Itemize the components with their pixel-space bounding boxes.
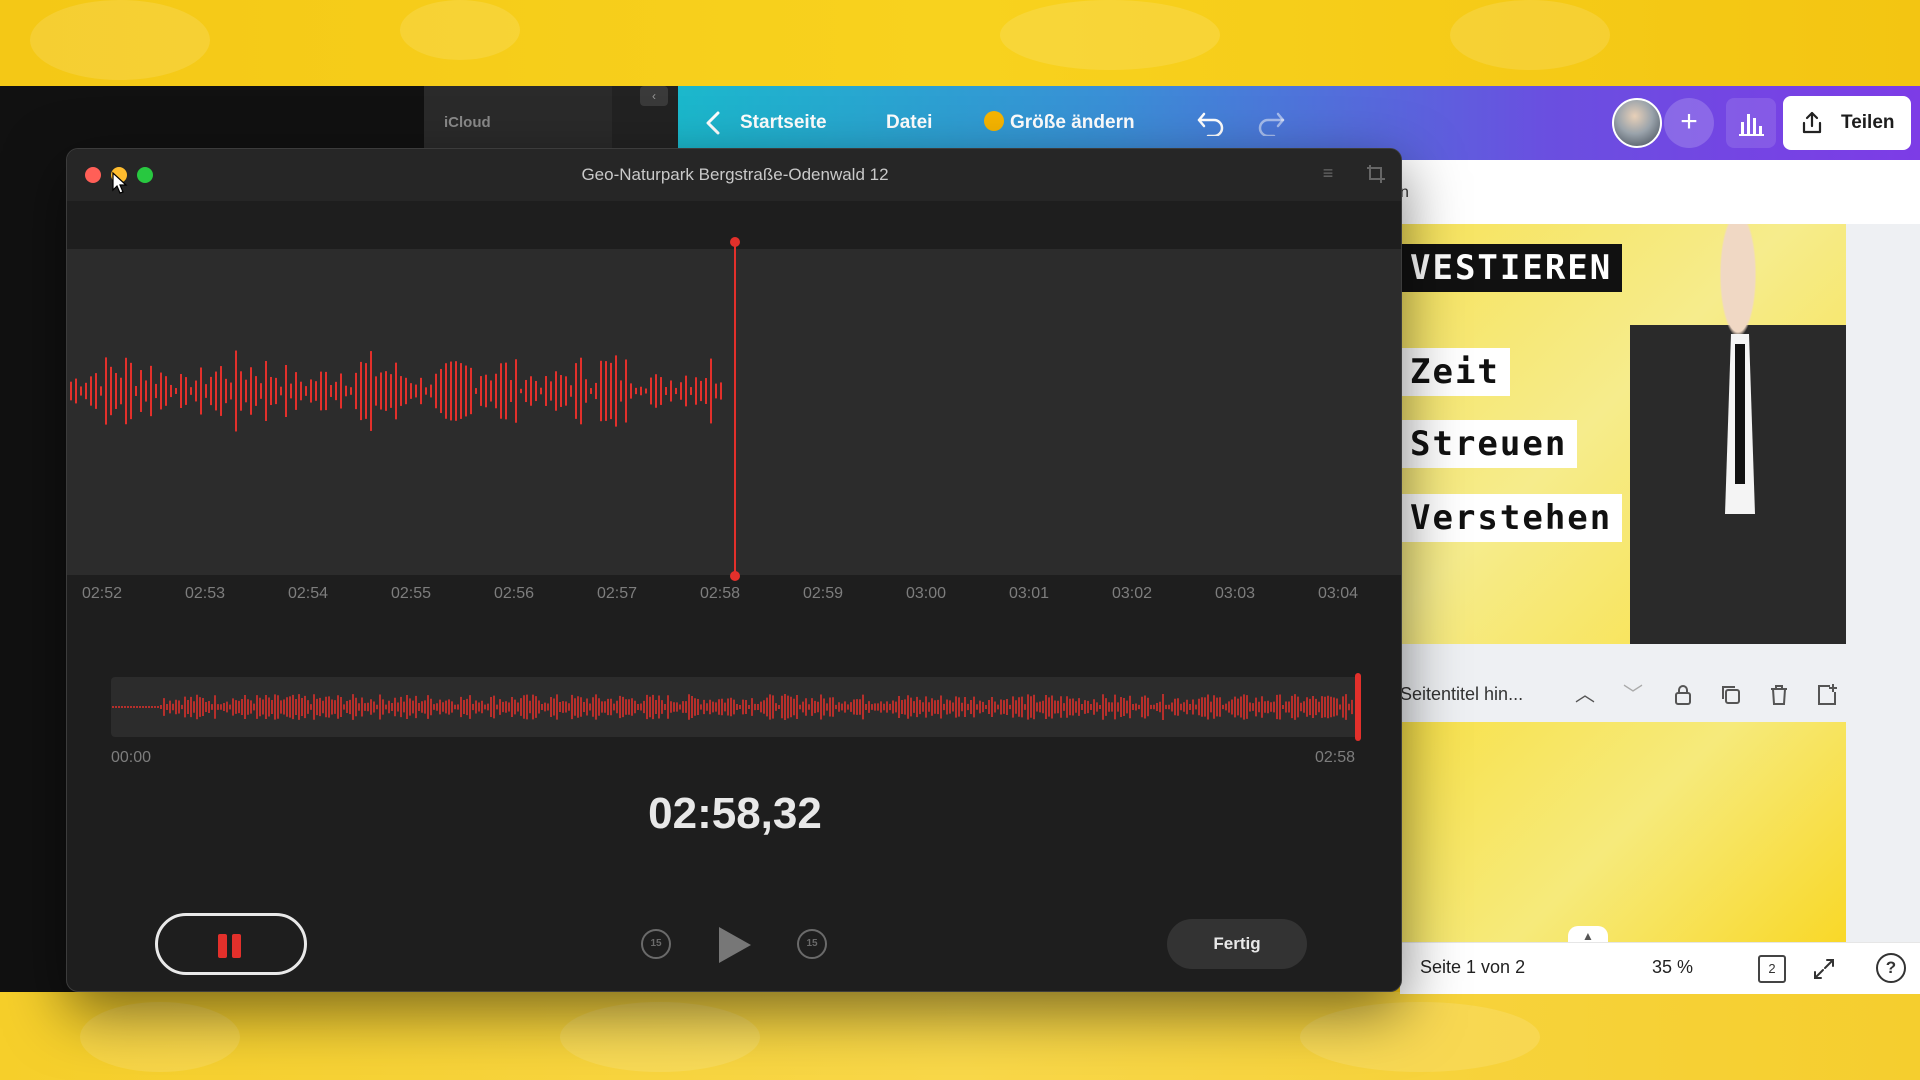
bg-shape <box>30 0 210 80</box>
timeline-tick: 02:52 <box>81 585 123 602</box>
timeline-tick: 02:59 <box>802 585 844 602</box>
chevron-up-icon[interactable]: ︿ <box>1572 682 1598 708</box>
person-tie <box>1735 344 1745 484</box>
timeline-tick: 03:03 <box>1214 585 1256 602</box>
timeline-tick: 02:57 <box>596 585 638 602</box>
insights-icon[interactable] <box>1726 98 1776 148</box>
overview-playhead[interactable] <box>1355 673 1361 741</box>
chevron-down-icon[interactable]: ﹀ <box>1620 682 1646 708</box>
plus-icon[interactable]: + <box>1664 98 1714 148</box>
mouse-cursor-icon <box>112 171 128 194</box>
skip-forward-15-icon[interactable]: 15 <box>797 929 827 959</box>
share-button[interactable]: Teilen <box>1783 96 1911 150</box>
page-indicator[interactable]: Seite 1 von 2 <box>1420 957 1525 978</box>
nav-resize-label: Größe ändern <box>1010 112 1135 133</box>
timeline-tick: 02:53 <box>184 585 226 602</box>
background-top <box>0 0 1920 86</box>
duplicate-icon[interactable] <box>1718 682 1744 708</box>
undo-icon[interactable] <box>1196 110 1226 136</box>
overview-end-time: 02:58 <box>1315 749 1356 766</box>
window-titlebar: Geo-Naturpark Bergstraße-Odenwald 12 ≡ <box>67 149 1401 201</box>
bg-shape <box>1300 1002 1540 1072</box>
timeline-tick: 02:54 <box>287 585 329 602</box>
canva-subbar: n <box>1400 160 1920 224</box>
voice-memo-window: Geo-Naturpark Bergstraße-Odenwald 12 ≡ 0… <box>66 148 1402 992</box>
add-page-icon[interactable] <box>1814 682 1840 708</box>
thumbnail-word: Zeit <box>1400 348 1510 396</box>
timeline-tick: 02:58 <box>699 585 741 602</box>
bg-shape <box>400 0 520 60</box>
finder-sidebar: iCloud <box>424 86 612 150</box>
thumbnail-word: Streuen <box>1400 420 1578 468</box>
bg-shape <box>1450 0 1610 70</box>
recording-title: Geo-Naturpark Bergstraße-Odenwald 12 <box>581 165 889 184</box>
back-chevron-icon[interactable] <box>704 110 724 136</box>
lock-icon[interactable] <box>1670 682 1696 708</box>
crown-icon <box>984 110 1004 131</box>
playhead[interactable] <box>730 237 740 581</box>
design-page-2[interactable] <box>1400 722 1846 942</box>
bg-shape <box>80 1002 240 1072</box>
timeline-tick: 03:02 <box>1111 585 1153 602</box>
trim-icon[interactable] <box>1365 163 1387 185</box>
playhead-bottom-dot <box>730 571 740 581</box>
skip-back-15-icon[interactable]: 15 <box>641 929 671 959</box>
timeline-tick: 02:55 <box>390 585 432 602</box>
bg-shape <box>1000 0 1220 70</box>
play-icon[interactable] <box>719 927 751 963</box>
user-avatar[interactable] <box>1612 98 1662 148</box>
pause-recording-button[interactable] <box>155 913 307 975</box>
done-button[interactable]: Fertig <box>1167 919 1307 969</box>
playhead-top-dot <box>730 237 740 247</box>
fullscreen-icon[interactable] <box>1810 955 1838 983</box>
pause-icon <box>232 934 241 958</box>
share-icon <box>1802 111 1822 134</box>
grid-icon[interactable]: 2 <box>1758 955 1786 983</box>
pause-icon <box>218 934 227 958</box>
timeline-tick: 03:01 <box>1008 585 1050 602</box>
thumbnail-word: Verstehen <box>1400 494 1623 542</box>
thumbnail-word: VESTIEREN <box>1400 244 1623 292</box>
zoom-level[interactable]: 35 % <box>1652 957 1693 978</box>
design-page-1[interactable]: VESTIEREN Zeit Streuen Verstehen <box>1400 224 1846 644</box>
page-title-input[interactable]: Seitentitel hin... <box>1400 684 1523 705</box>
waveform-overview-svg <box>112 694 1353 720</box>
overview-start-time: 00:00 <box>111 749 152 766</box>
options-icon[interactable]: ≡ <box>1317 163 1339 185</box>
recording-timer: 02:58,32 <box>648 789 822 838</box>
timeline-tick: 03:00 <box>905 585 947 602</box>
canva-footer: Seite 1 von 2 35 % 2 ? <box>1400 942 1920 994</box>
redo-icon[interactable] <box>1256 110 1286 136</box>
help-label: ? <box>1885 958 1897 977</box>
timeline-ticks: 02:52 02:53 02:54 02:55 02:56 02:57 02:58 02:59… <box>67 585 1401 609</box>
timeline-tick: 03:04 <box>1317 585 1359 602</box>
finder-sidebar-icloud[interactable]: iCloud <box>444 114 491 131</box>
share-label: Teilen <box>1841 112 1895 133</box>
help-icon[interactable]: ? <box>1876 953 1906 983</box>
bg-shape <box>560 1002 760 1072</box>
page-toolbar: Seitentitel hin... ︿ ﹀ <box>1400 672 1846 722</box>
page-count: 2 <box>1768 961 1776 976</box>
background-bottom <box>0 992 1920 1080</box>
finder-back-button[interactable]: ‹ <box>640 86 668 106</box>
trash-icon[interactable] <box>1766 682 1792 708</box>
timeline-tick: 02:56 <box>493 585 535 602</box>
waveform-overview[interactable] <box>111 677 1361 737</box>
